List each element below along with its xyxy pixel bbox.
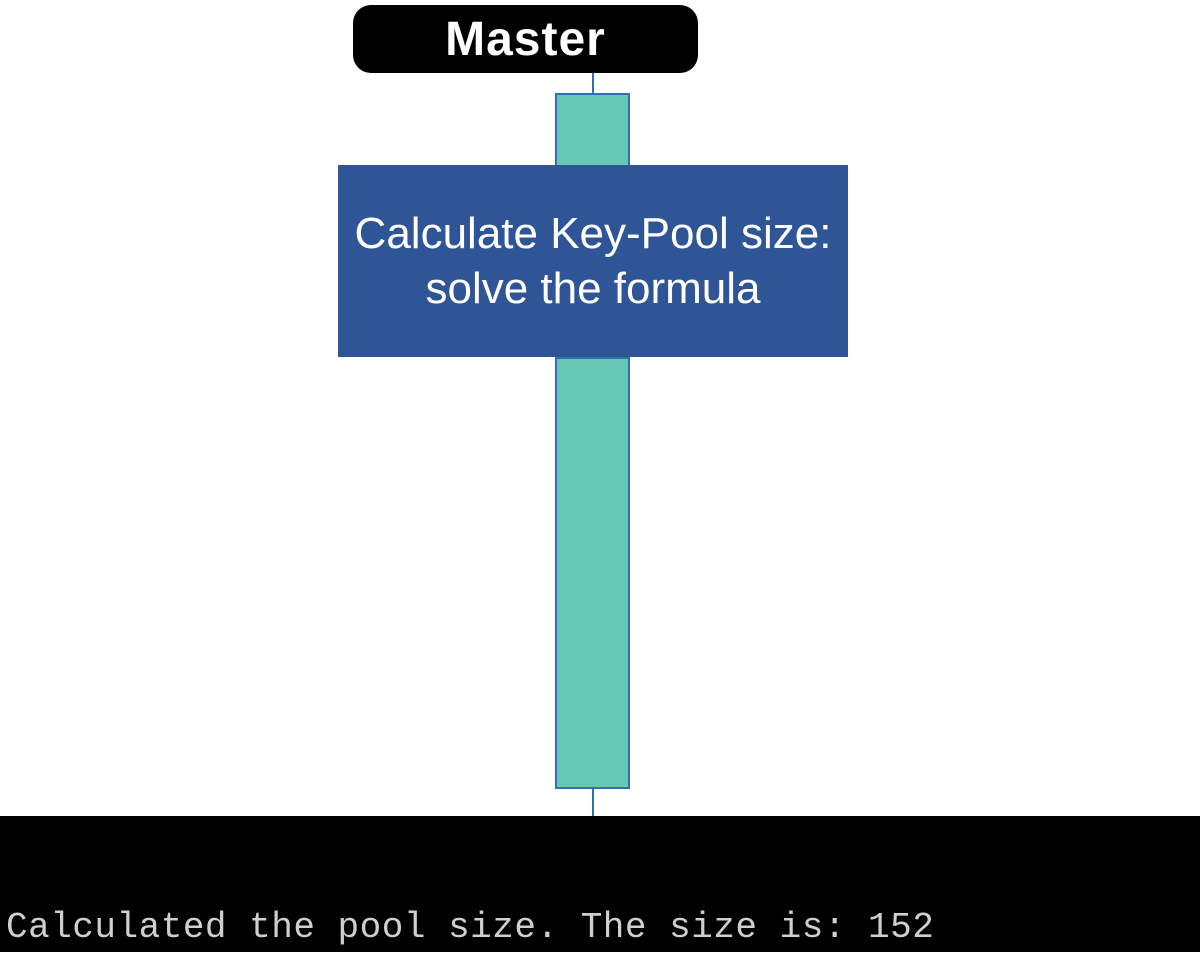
lifeline-activation-main	[555, 357, 630, 789]
diagram-canvas: Master Calculate Key-Pool size: solve th…	[0, 0, 1200, 953]
console-output: Calculated the pool size. The size is: 1…	[0, 816, 1200, 952]
calculate-keypool-node: Calculate Key-Pool size: solve the formu…	[338, 165, 848, 357]
connector-bottom	[592, 789, 594, 816]
master-node: Master	[353, 5, 698, 73]
connector-top	[592, 73, 594, 93]
console-line: Calculated the pool size. The size is: 1…	[6, 906, 1194, 950]
